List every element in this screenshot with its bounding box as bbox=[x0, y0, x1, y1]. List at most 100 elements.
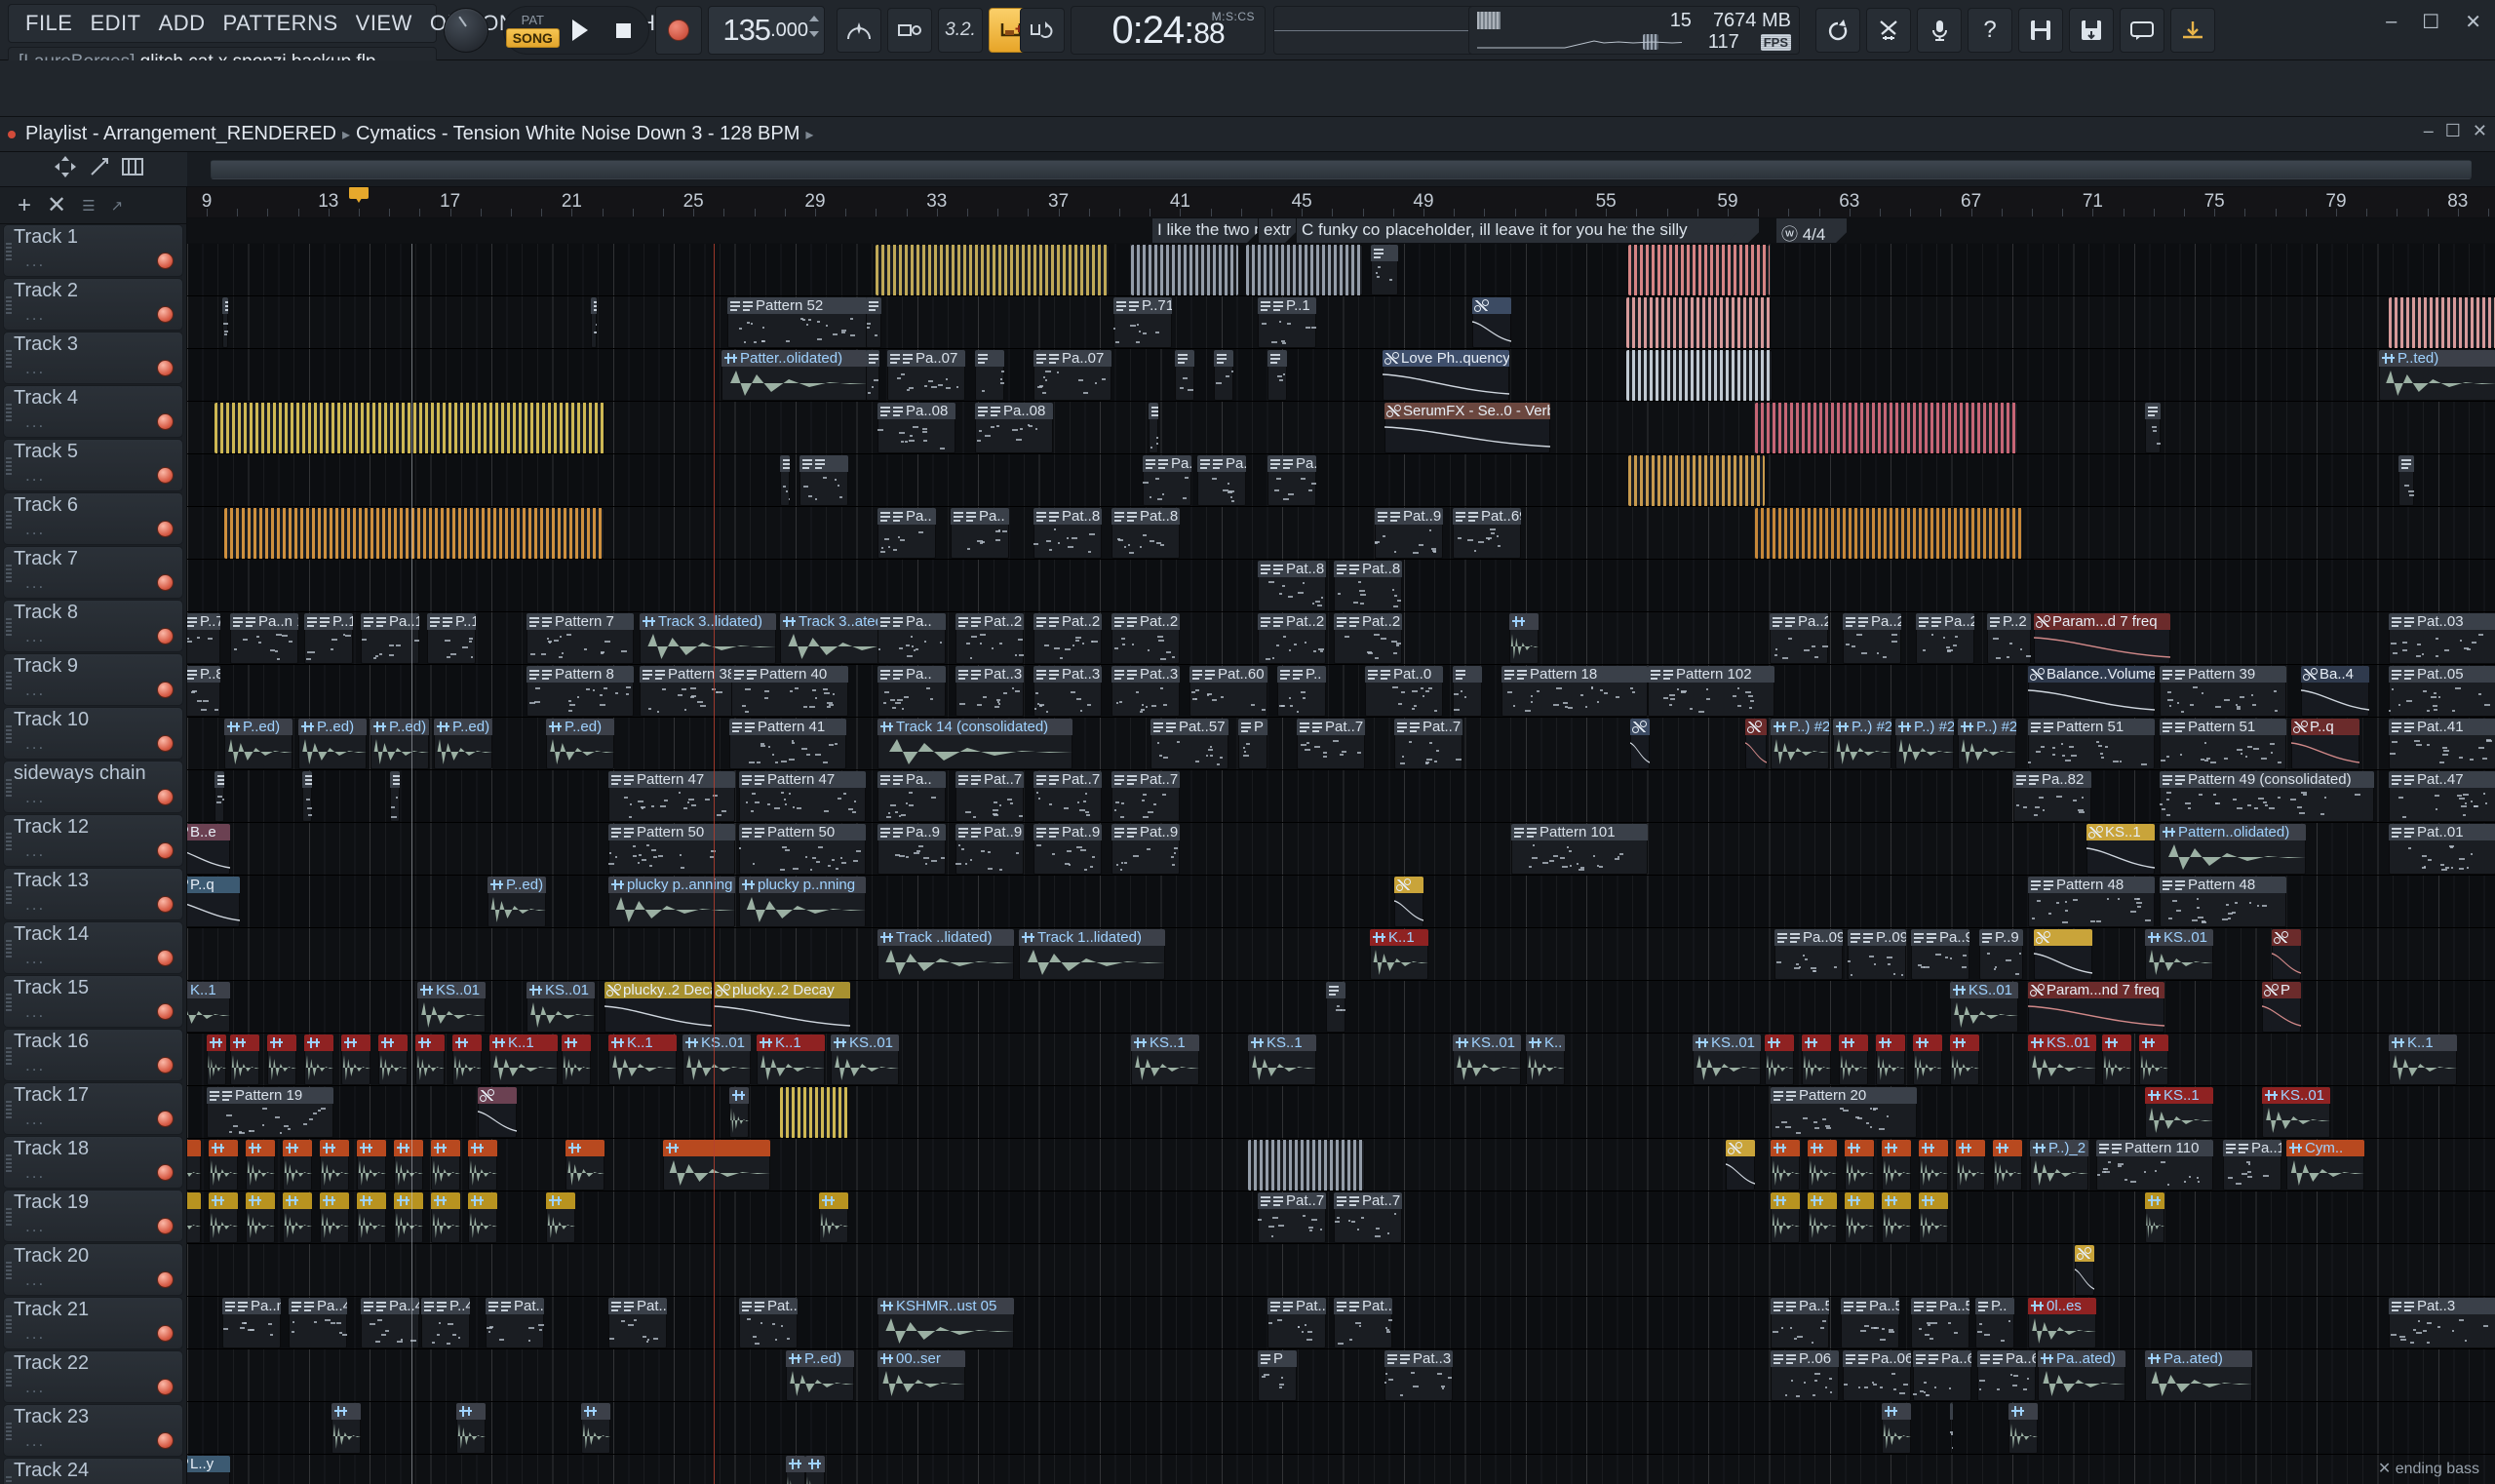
track-resize-grip[interactable] bbox=[6, 1315, 12, 1333]
save-as-button[interactable] bbox=[2069, 8, 2114, 53]
track-resize-grip[interactable] bbox=[6, 1369, 12, 1386]
audio-clip[interactable]: Track 3..lidated) bbox=[640, 613, 776, 664]
pattern-clip[interactable]: Pa.. bbox=[951, 508, 1009, 559]
pattern-clip[interactable]: Pattern 20 bbox=[1771, 1087, 1917, 1138]
pattern-clip[interactable]: Pattern 8 bbox=[526, 666, 634, 717]
audio-clip[interactable]: Cym.. bbox=[2286, 1140, 2364, 1191]
audio-clip[interactable] bbox=[1919, 1140, 1948, 1191]
track-header[interactable]: Track 5... bbox=[3, 439, 183, 491]
audio-clip[interactable] bbox=[331, 1403, 361, 1454]
audio-clip[interactable] bbox=[1808, 1140, 1837, 1191]
timeline-marker[interactable]: placeholder, ill leave it for you her bbox=[1381, 218, 1626, 244]
pattern-clip[interactable]: Pat..2 bbox=[1334, 613, 1402, 664]
audio-clip[interactable]: KS..01 bbox=[2145, 929, 2213, 980]
audio-clip[interactable] bbox=[562, 1035, 591, 1085]
stop-button[interactable] bbox=[604, 11, 643, 50]
track-header[interactable]: Track 18... bbox=[3, 1136, 183, 1189]
track-menu-dots[interactable]: ... bbox=[25, 359, 45, 378]
track-header[interactable]: Track 17... bbox=[3, 1082, 183, 1135]
track-row[interactable]: Pa..n 4Pa..4Pa..4P..4Pat..3Pat..3Pat..3K… bbox=[187, 1297, 2495, 1349]
track-header[interactable]: sideways chain... bbox=[3, 761, 183, 813]
track-row[interactable]: P..ed) P..ed) P..ed) P..ed) P..ed) Pattern 41… bbox=[187, 718, 2495, 770]
audio-clip[interactable] bbox=[209, 1140, 238, 1191]
record-button[interactable] bbox=[655, 6, 702, 55]
pattern-clip[interactable] bbox=[866, 297, 881, 348]
audio-clip[interactable] bbox=[2145, 1192, 2164, 1243]
timeline-marker[interactable]: extr bbox=[1259, 218, 1296, 244]
track-menu-dots[interactable]: ... bbox=[25, 788, 45, 807]
track-header[interactable]: Track 6... bbox=[3, 492, 183, 545]
audio-clip[interactable]: P..)_2 bbox=[2030, 1140, 2088, 1191]
pattern-clip[interactable]: Pat..69 bbox=[1453, 508, 1521, 559]
audio-clip[interactable] bbox=[805, 1456, 825, 1484]
pattern-clip[interactable]: P..1 bbox=[1258, 297, 1316, 348]
track-row[interactable]: Track ..lidated) Track 1..lidated) K..1 Pa.… bbox=[187, 928, 2495, 981]
pattern-clip[interactable] bbox=[799, 455, 848, 506]
playlist-grid[interactable]: Pattern 52 P..71 P..1 Patter..olidated) Pa..… bbox=[187, 244, 2495, 1484]
add-track-button[interactable]: + bbox=[18, 192, 31, 219]
pattern-clip[interactable]: P..71 bbox=[1113, 297, 1172, 348]
pattern-clip[interactable]: Pa..5 bbox=[1911, 1298, 1969, 1348]
pattern-clip[interactable]: Pattern 18 bbox=[1501, 666, 1648, 717]
playlist-ruler[interactable]: 9131721252933374145495559636771757983879… bbox=[187, 187, 2495, 218]
audio-clip[interactable]: P..) #2 bbox=[1833, 719, 1891, 769]
pattern-clip[interactable]: Pat..7 bbox=[1258, 1192, 1326, 1243]
track-record-led[interactable] bbox=[157, 950, 174, 966]
audio-clip[interactable] bbox=[187, 1140, 201, 1191]
track-record-led[interactable] bbox=[157, 1164, 174, 1181]
pattern-clip[interactable]: Pa..1 bbox=[361, 613, 419, 664]
pattern-clip[interactable]: Pa..08 bbox=[975, 403, 1053, 453]
pattern-clip[interactable]: P..1 bbox=[304, 613, 353, 664]
audio-clip[interactable] bbox=[267, 1035, 296, 1085]
pattern-clip[interactable] bbox=[1149, 403, 1158, 453]
track-menu-dots[interactable]: ... bbox=[25, 1163, 45, 1183]
pattern-clip[interactable]: Pa.. bbox=[1267, 455, 1316, 506]
track-row[interactable]: K..1 K..1 KS..01 K..1 KS..01 KS..1 KS..1 KS..01… bbox=[187, 1034, 2495, 1086]
pattern-clip[interactable]: Pa..5 bbox=[1143, 455, 1191, 506]
track-record-led[interactable] bbox=[157, 467, 174, 484]
track-menu-dots[interactable]: ... bbox=[25, 949, 45, 968]
track-record-led[interactable] bbox=[157, 1271, 174, 1288]
pattern-clip[interactable]: Pattern 41 bbox=[729, 719, 846, 769]
track-resize-grip[interactable] bbox=[6, 940, 12, 957]
pattern-clip[interactable]: Pat..3 bbox=[1384, 1350, 1453, 1401]
track-record-led[interactable] bbox=[157, 1218, 174, 1234]
timeline-marker[interactable]: ⓦ 4/4 bbox=[1776, 218, 1847, 244]
track-resize-grip[interactable] bbox=[6, 1154, 12, 1172]
pattern-clip[interactable]: Pa..9 bbox=[1911, 929, 1969, 980]
pattern-clip[interactable]: Pa.. bbox=[877, 613, 946, 664]
track-record-led[interactable] bbox=[157, 253, 174, 269]
audio-clip[interactable] bbox=[394, 1192, 423, 1243]
audio-clip[interactable] bbox=[1950, 1035, 1979, 1085]
track-menu-dots[interactable]: ... bbox=[25, 573, 45, 593]
pattern-clip[interactable]: Pat..41 bbox=[2389, 719, 2495, 769]
piano-tool-icon[interactable] bbox=[122, 156, 143, 182]
audio-clip[interactable]: Track 1..lidated) bbox=[1019, 929, 1165, 980]
track-resize-grip[interactable] bbox=[6, 296, 12, 314]
track-header[interactable]: Track 8... bbox=[3, 600, 183, 652]
track-menu-dots[interactable]: ... bbox=[25, 252, 45, 271]
track-resize-grip[interactable] bbox=[6, 1208, 12, 1226]
automation-clip[interactable] bbox=[1394, 877, 1423, 927]
track-header[interactable]: Track 20... bbox=[3, 1243, 183, 1296]
maximize-button[interactable]: ☐ bbox=[2414, 8, 2447, 36]
track-row[interactable]: P..7Pa..n 1P..1Pa..1P..1Pattern 7Track 3… bbox=[187, 612, 2495, 665]
automation-clip[interactable]: plucky..2 Decay bbox=[604, 982, 712, 1033]
audio-clip[interactable]: P..ted) bbox=[2379, 350, 2495, 401]
track-menu-dots[interactable]: ... bbox=[25, 1217, 45, 1236]
track-record-led[interactable] bbox=[157, 896, 174, 913]
pattern-clip[interactable] bbox=[224, 508, 604, 559]
pattern-clip[interactable] bbox=[1248, 1140, 1365, 1191]
pattern-clip[interactable]: Pattern 40 bbox=[731, 666, 848, 717]
pattern-clip[interactable] bbox=[302, 771, 312, 822]
pattern-clip[interactable]: P..9 bbox=[1979, 929, 2023, 980]
microphone-button[interactable] bbox=[1917, 8, 1962, 53]
track-record-led[interactable] bbox=[157, 842, 174, 859]
audio-clip[interactable] bbox=[357, 1140, 386, 1191]
pattern-clip[interactable]: Pat..57 bbox=[1150, 719, 1228, 769]
undo-button[interactable] bbox=[1815, 8, 1860, 53]
pattern-clip[interactable] bbox=[1131, 245, 1238, 295]
track-row[interactable]: Pa..5Pa..Pa.. bbox=[187, 454, 2495, 507]
audio-clip[interactable] bbox=[283, 1192, 312, 1243]
audio-clip[interactable] bbox=[2139, 1035, 2168, 1085]
